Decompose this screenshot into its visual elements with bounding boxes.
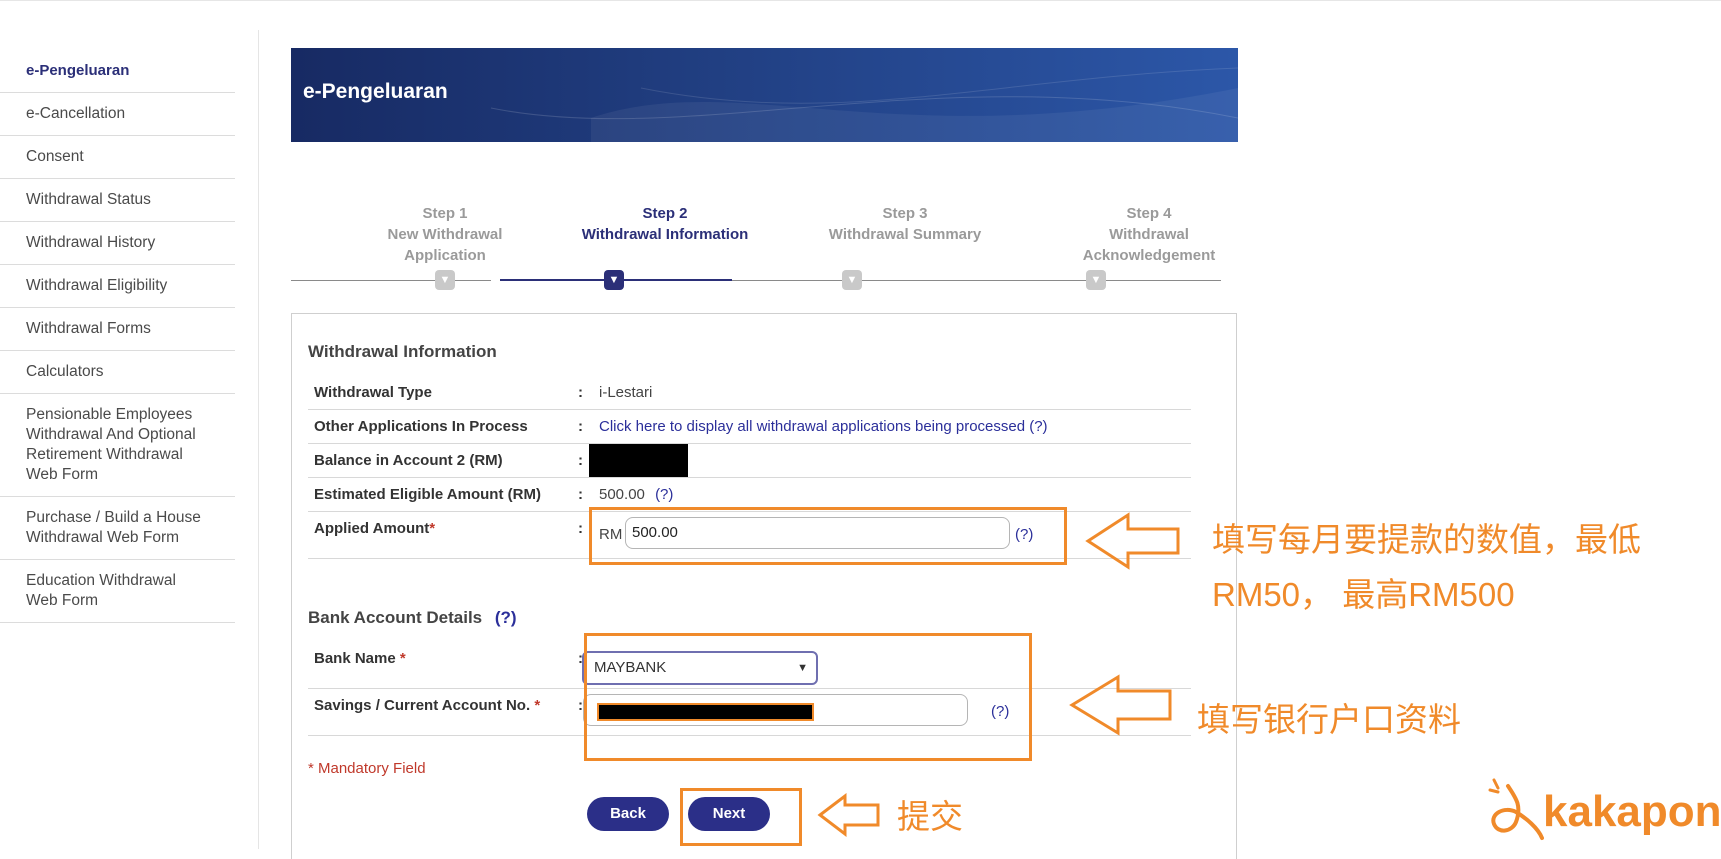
colon: : — [578, 418, 583, 435]
step-line — [291, 280, 491, 281]
withdrawal-type-label: Withdrawal Type — [314, 384, 432, 401]
page-title: e-Pengeluaran — [303, 80, 448, 103]
other-applications-link[interactable]: Click here to display all withdrawal app… — [599, 418, 1048, 435]
kakapon-logo-text: kakapon — [1543, 787, 1721, 836]
colon: : — [578, 452, 583, 469]
withdrawal-type-value: i-Lestari — [599, 384, 653, 401]
sidebar-divider — [258, 30, 259, 849]
step-number: Step 4 — [1126, 205, 1172, 222]
step-3: Step 3 Withdrawal Summary — [805, 203, 1005, 245]
kakapon-logo-icon — [1488, 778, 1544, 840]
applied-amount-label: Applied Amount* — [314, 520, 435, 537]
required-marker: * — [399, 650, 406, 667]
step-name: Withdrawal Information — [581, 226, 749, 243]
estimated-amount-value: 500.00 (?) — [599, 486, 673, 503]
colon: : — [578, 384, 583, 401]
left-arrow-icon — [817, 793, 880, 837]
sidebar: e-Pengeluaran e-Cancellation Consent Wit… — [0, 50, 235, 623]
colon: : — [578, 486, 583, 503]
step-number: Step 3 — [882, 205, 928, 222]
sidebar-item-e-cancellation[interactable]: e-Cancellation — [0, 93, 235, 136]
step-name: Withdrawal Acknowledgement — [1082, 226, 1216, 264]
row-withdrawal-type: Withdrawal Type : i-Lestari — [308, 376, 1191, 410]
page-banner: e-Pengeluaran — [291, 48, 1238, 142]
balance-redacted — [589, 444, 688, 477]
mandatory-note: * Mandatory Field — [308, 760, 426, 777]
chevron-down-icon: ▼ — [842, 270, 862, 290]
account-no-label-text: Savings / Current Account No. — [314, 697, 531, 714]
bank-name-label: Bank Name * — [314, 650, 406, 667]
sidebar-item-consent[interactable]: Consent — [0, 136, 235, 179]
left-arrow-icon — [1085, 512, 1180, 570]
highlight-bank-details — [584, 633, 1032, 761]
sidebar-item-pensionable-web-form[interactable]: Pensionable Employees Withdrawal And Opt… — [0, 394, 235, 497]
top-divider — [0, 0, 1721, 1]
highlight-applied-amount — [589, 507, 1067, 565]
help-link[interactable]: (?) — [655, 486, 673, 503]
annotation-submit: 提交 — [897, 798, 963, 835]
step-4: Step 4 Withdrawal Acknowledgement — [1049, 203, 1249, 266]
left-arrow-icon — [1069, 674, 1172, 736]
annotation-amount-line2: RM50， 最高RM500 — [1212, 576, 1515, 613]
bank-name-label-text: Bank Name — [314, 650, 396, 667]
sidebar-item-withdrawal-history[interactable]: Withdrawal History — [0, 222, 235, 265]
required-marker: * — [429, 520, 436, 537]
step-2: Step 2 Withdrawal Information — [565, 203, 765, 245]
annotation-bank: 填写银行户口资料 — [1197, 701, 1461, 738]
step-1: Step 1 New Withdrawal Application — [345, 203, 545, 266]
annotation-amount-line1: 填写每月要提款的数值，最低 — [1212, 521, 1641, 558]
other-applications-label: Other Applications In Process — [314, 418, 528, 435]
sidebar-item-e-pengeluaran[interactable]: e-Pengeluaran — [0, 50, 235, 93]
step-number: Step 2 — [642, 205, 688, 222]
applied-amount-label-text: Applied Amount — [314, 520, 430, 537]
sidebar-item-education-web-form[interactable]: Education Withdrawal Web Form — [0, 560, 235, 623]
withdrawal-form-panel: Withdrawal Information Withdrawal Type :… — [291, 313, 1237, 859]
back-button[interactable]: Back — [587, 797, 669, 831]
chevron-down-icon: ▼ — [1086, 270, 1106, 290]
sidebar-item-house-web-form[interactable]: Purchase / Build a House Withdrawal Web … — [0, 497, 235, 560]
step-number: Step 1 — [422, 205, 468, 222]
balance-label: Balance in Account 2 (RM) — [314, 452, 503, 469]
estimated-amount-label: Estimated Eligible Amount (RM) — [314, 486, 541, 503]
bank-details-title: Bank Account Details (?) — [308, 608, 517, 628]
help-link[interactable]: (?) — [495, 608, 517, 627]
sidebar-item-calculators[interactable]: Calculators — [0, 351, 235, 394]
bank-details-title-text: Bank Account Details — [308, 608, 483, 627]
step-progress: Step 1 New Withdrawal Application Step 2… — [291, 200, 1221, 300]
step-name: New Withdrawal Application — [387, 226, 503, 264]
colon: : — [578, 520, 583, 537]
sidebar-item-withdrawal-eligibility[interactable]: Withdrawal Eligibility — [0, 265, 235, 308]
sidebar-item-withdrawal-status[interactable]: Withdrawal Status — [0, 179, 235, 222]
chevron-down-icon: ▼ — [435, 270, 455, 290]
row-other-applications: Other Applications In Process : Click he… — [308, 410, 1191, 444]
estimated-amount: 500.00 — [599, 486, 645, 503]
required-marker: * — [534, 697, 541, 714]
step-name: Withdrawal Summary — [828, 226, 982, 243]
withdrawal-info-title: Withdrawal Information — [308, 342, 497, 361]
step-line — [732, 280, 1221, 281]
sidebar-item-withdrawal-forms[interactable]: Withdrawal Forms — [0, 308, 235, 351]
row-balance: Balance in Account 2 (RM) : — [308, 444, 1191, 478]
chevron-down-icon: ▼ — [604, 270, 624, 290]
account-no-label: Savings / Current Account No. * — [314, 697, 540, 714]
highlight-next-button — [680, 788, 802, 846]
